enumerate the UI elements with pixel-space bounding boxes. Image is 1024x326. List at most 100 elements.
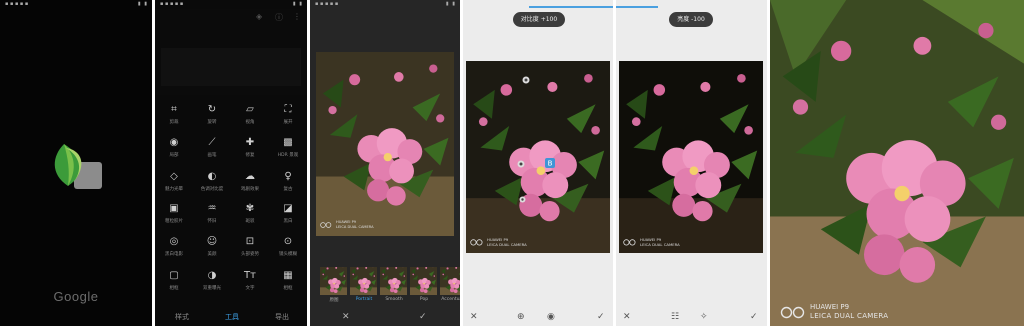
- sliders-icon[interactable]: ☷: [671, 312, 679, 322]
- tune-brightness-screen: 亮度 -100 HUAWEI P9 LEICA DUAL CAMERA ✕ ☷ …: [616, 0, 767, 326]
- adjustment-slider[interactable]: [529, 6, 613, 8]
- filter-label: Portrait: [355, 297, 373, 302]
- tab-styles[interactable]: 样式: [175, 312, 189, 322]
- head-pose-icon: ⊡: [245, 236, 255, 247]
- tool-label: 黑白: [283, 219, 293, 224]
- tool-glamour-glow[interactable]: ◇ 魅力光晕: [155, 168, 193, 196]
- filter-thumbnail[interactable]: [350, 267, 377, 295]
- drama-icon: ☁: [245, 171, 255, 182]
- tonal-contrast-icon: ◐: [207, 171, 217, 182]
- tool-healing[interactable]: ✚ 修复: [231, 134, 269, 162]
- tool-retrolux[interactable]: ♒ 怀旧: [193, 200, 231, 228]
- tool-text[interactable]: Tт 文字: [231, 267, 269, 295]
- tool-label: 画笔: [207, 153, 217, 158]
- expand-icon: ⛶: [284, 104, 292, 115]
- auto-adjust-icon[interactable]: ✧: [700, 312, 708, 322]
- grainy-film-icon: ▣: [169, 203, 179, 214]
- tool-rotate[interactable]: ↻ 旋转: [193, 101, 231, 129]
- tool-grainy-film[interactable]: ▣ 粗粒胶片: [155, 200, 193, 228]
- cancel-icon[interactable]: ✕: [623, 312, 631, 322]
- bottom-toolbar: ✕ ☷ ✧ ✓: [616, 308, 767, 326]
- lens-blur-icon: ⊙: [283, 236, 293, 247]
- tool-selective[interactable]: ◉ 局部: [155, 134, 193, 162]
- tool-portrait[interactable]: ☺ 美颜: [193, 233, 231, 261]
- tool-drama[interactable]: ☁ 戏剧效果: [231, 168, 269, 196]
- selective-icon: ◉: [169, 137, 179, 148]
- tools-screen: ▪ ▪ ▪ ▪ ▪ ▮ ▮ ◈ ⓘ ⋮ ⌗ 剪裁 ↻ 旋转 ▱ 视角 ⛶ 展开 ◉ 局部 ⟋ 画笔 ✚ 修复…: [155, 0, 307, 326]
- tool-tonal-contrast[interactable]: ◐ 色调对比度: [193, 168, 231, 196]
- tool-head-pose[interactable]: ⊡ 头部姿势: [231, 233, 269, 261]
- google-wordmark: Google: [53, 289, 99, 304]
- status-bar: ▪ ▪ ▪ ▪ ▪ ▮ ▮: [5, 1, 148, 7]
- tool-label: HDR 景观: [277, 153, 299, 158]
- control-point-icon[interactable]: [519, 196, 526, 203]
- black-white-icon: ◎: [169, 236, 179, 247]
- tab-export[interactable]: 导出: [275, 312, 289, 322]
- photo-preview: HUAWEI P9 LEICA DUAL CAMERA: [316, 52, 454, 236]
- bottom-toolbar: ✕ ⊕ ◉ ✓: [463, 308, 613, 326]
- tool-expand[interactable]: ⛶ 展开: [269, 101, 307, 129]
- status-bar: ▪ ▪ ▪ ▪ ▪ ▮ ▮: [160, 1, 303, 7]
- tool-label: 相框: [283, 286, 293, 291]
- apply-icon[interactable]: ✓: [419, 312, 427, 322]
- add-point-icon[interactable]: ⊕: [517, 312, 525, 322]
- tool-perspective[interactable]: ▱ 视角: [231, 101, 269, 129]
- control-point-icon[interactable]: [517, 160, 525, 168]
- apply-icon[interactable]: ✓: [597, 312, 605, 322]
- tool-label: 修复: [245, 153, 255, 158]
- preview-eye-icon[interactable]: ◉: [547, 312, 555, 322]
- tool-lens-blur[interactable]: ⊙ 镜头模糊: [269, 233, 307, 261]
- tool-label: 复古: [283, 187, 293, 192]
- hdr-icon: ▩: [283, 137, 293, 148]
- perspective-icon: ▱: [246, 104, 254, 115]
- filter-thumbnail[interactable]: [440, 267, 460, 295]
- filter-thumbnail[interactable]: [380, 267, 407, 295]
- info-icon[interactable]: ⓘ: [275, 12, 283, 23]
- tool-brush[interactable]: ⟋ 画笔: [193, 134, 231, 162]
- cancel-icon[interactable]: ✕: [342, 312, 350, 322]
- vintage-icon: ♀: [284, 171, 292, 182]
- healing-icon: ✚: [245, 137, 255, 148]
- final-photo: HUAWEI P9 LEICA DUAL CAMERA: [770, 0, 1024, 326]
- menu-icon[interactable]: ⋮: [293, 12, 301, 21]
- filter-thumbnail[interactable]: [320, 267, 347, 295]
- noir-icon: ◪: [283, 203, 293, 214]
- tool-noir[interactable]: ◪ 黑白: [269, 200, 307, 228]
- filter-label: Accentuate: [441, 297, 460, 302]
- layers-icon[interactable]: ◈: [256, 12, 262, 21]
- adjustment-slider[interactable]: [616, 6, 658, 8]
- photo-preview: B HUAWEI P9 LEICA DUAL CAMERA: [466, 61, 610, 253]
- tool-label: 怀旧: [207, 219, 217, 224]
- tool-black-white[interactable]: ◎ 黑白电影: [155, 233, 193, 261]
- tool-face-enhance[interactable]: ▦ 相框: [269, 267, 307, 295]
- tool-label: 粗粒胶片: [165, 219, 183, 224]
- tool-label: 视角: [245, 120, 255, 125]
- filter-thumbnail[interactable]: [410, 267, 437, 295]
- cancel-icon[interactable]: ✕: [470, 312, 478, 322]
- filter-label: 原图: [329, 298, 339, 303]
- svg-text:B: B: [548, 160, 553, 168]
- bottom-nav: 样式 工具 导出: [155, 306, 307, 326]
- tool-hdr[interactable]: ▩ HDR 景观: [269, 134, 307, 162]
- glamour-glow-icon: ◇: [170, 171, 178, 182]
- filter-label: Smooth: [385, 297, 403, 302]
- tool-grunge[interactable]: ✾ 斑驳: [231, 200, 269, 228]
- tool-crop[interactable]: ⌗ 剪裁: [155, 101, 193, 129]
- looks-screen: ▪ ▪ ▪ ▪ ▪ ▮ ▮ HUAWEI P9 LEICA DUAL CAMERA…: [310, 0, 460, 326]
- apply-icon[interactable]: ✓: [750, 312, 758, 322]
- tool-vintage[interactable]: ♀ 复古: [269, 168, 307, 196]
- brush-icon: ⟋: [208, 137, 216, 148]
- tool-label: 双重曝光: [203, 286, 221, 291]
- tab-tools[interactable]: 工具: [225, 312, 239, 322]
- portrait-icon: ☺: [206, 236, 218, 247]
- control-point-icon[interactable]: [522, 76, 530, 84]
- tool-label: 魅力光晕: [165, 187, 183, 192]
- tool-label: 镜头模糊: [279, 252, 297, 257]
- tool-frames[interactable]: ▢ 相框: [155, 267, 193, 295]
- frames-icon: ▢: [169, 270, 179, 281]
- tool-label: 局部: [169, 153, 179, 158]
- control-point-selected-icon[interactable]: B: [545, 158, 555, 168]
- tool-double-exposure[interactable]: ◑ 双重曝光: [193, 267, 231, 295]
- double-exposure-icon: ◑: [207, 270, 217, 281]
- crop-icon: ⌗: [171, 104, 177, 115]
